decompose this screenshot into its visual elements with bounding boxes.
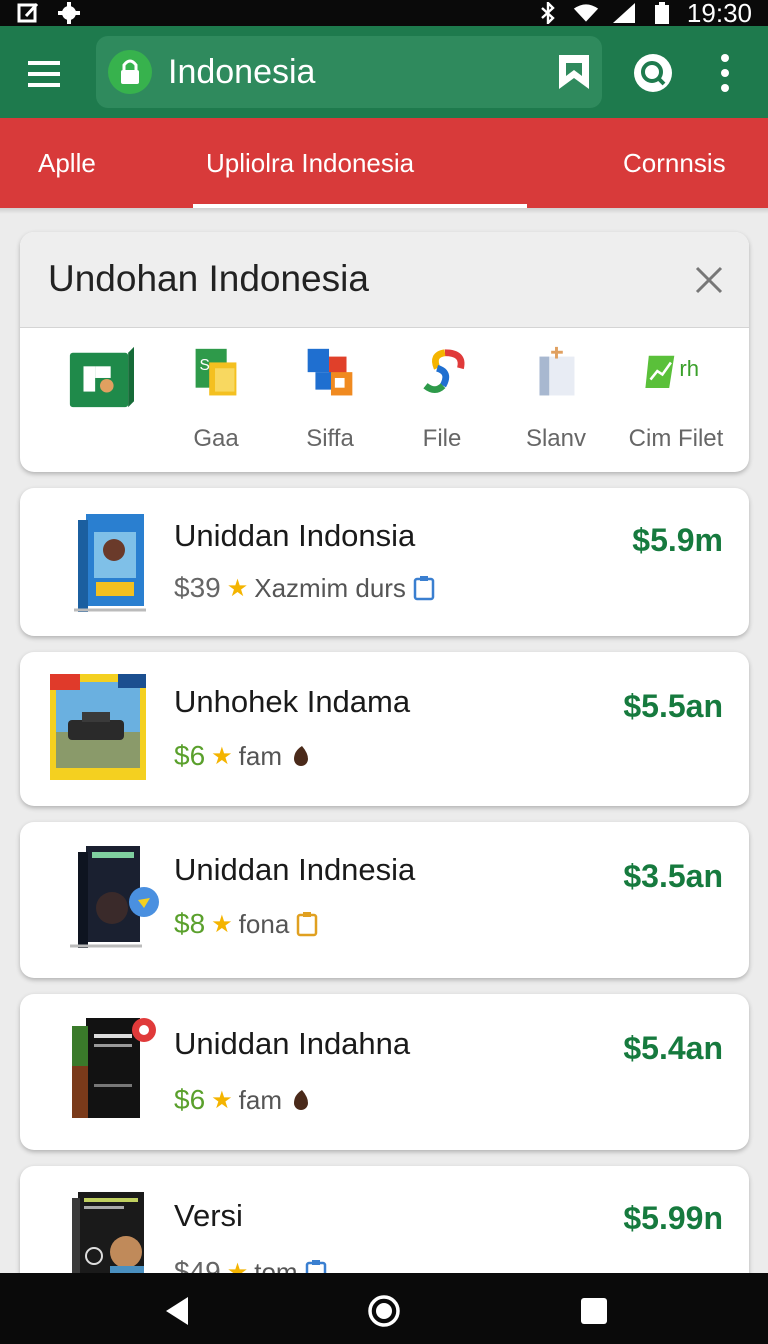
product-price: $5.4an [623,1030,723,1066]
tab-bar-shadow [0,208,768,214]
meta-price: $39 [174,572,221,603]
product-thumbnail [50,674,146,780]
product-meta: $8 ★ fona [174,908,319,940]
product-card[interactable]: Uniddan Indahna $6 ★ fam $5.4an [20,994,749,1150]
menu-icon [28,61,60,87]
app-label: Slanv [525,425,587,452]
app-tile-slanv[interactable]: Slanv [500,342,612,462]
product-title: Unhohek Indama [174,684,411,719]
product-card[interactable]: Unhohek Indama $6 ★ fam $5.5an [20,652,749,806]
back-button[interactable] [160,1293,196,1329]
edit-icon [16,2,42,24]
product-price: $5.99n [623,1200,723,1236]
product-title: Versi [174,1198,243,1233]
gear-icon [56,2,82,24]
meta-label: Xazmim durs [254,572,406,603]
sheets-app-icon: S [195,348,237,396]
meta-label: fona [238,908,290,939]
tab-aplle[interactable]: Aplle [38,118,96,208]
close-icon [695,266,723,294]
product-meta: $39 ★ Xazmim durs [174,572,436,604]
home-icon [368,1295,400,1327]
star-icon: ★ [211,742,233,770]
menu-button[interactable] [22,52,66,96]
status-time: 19:30 [686,0,752,28]
app-label: Gaa [193,425,239,452]
svg-text:rh: rh [679,356,699,381]
product-thumbnail [72,1018,156,1118]
book-app-icon [539,346,575,396]
product-title: Uniddan Indnesia [174,852,416,887]
more-vert-icon [721,54,729,92]
app-label: File [422,425,462,452]
star-icon: ★ [211,1086,233,1114]
product-price: $5.9m [632,522,723,558]
signal-icon [611,2,637,24]
product-title: Uniddan Indahna [174,1026,411,1061]
product-thumbnail [74,514,146,612]
star-icon: ★ [226,574,249,602]
product-meta: $6 ★ fam [174,740,312,772]
product-card[interactable]: Uniddan Indnesia $8 ★ fona $3.5an [20,822,749,978]
app-tile-siffa[interactable]: Siffa [274,342,386,462]
close-button[interactable] [689,260,729,300]
app-label: Cim Filet [628,425,724,452]
panel-header: Undohan Indonesia [20,232,749,328]
bookmark-icon [559,55,589,89]
back-icon [166,1297,188,1325]
tab-bar: Aplle Upliolra Indonesia Cornnsis [0,118,768,208]
meta-price: $8 [174,908,206,939]
blocks-app-icon [307,348,353,396]
page-title: Indonesia [168,53,316,91]
meta-price: $6 [174,1084,206,1115]
recents-icon [581,1298,607,1324]
product-price: $3.5an [623,858,723,894]
green-app-icon [69,346,134,408]
meta-label: fam [238,1084,283,1115]
meta-price: $6 [174,740,206,771]
product-card[interactable]: Uniddan Indonsia $39 ★ Xazmim durs $5.9m [20,488,749,636]
app-tile-file[interactable]: File [386,342,498,462]
svg-text:S: S [199,357,209,374]
tab-cornnsis[interactable]: Cornnsis [623,118,726,208]
swirl-app-icon [423,349,465,394]
app-tile-green[interactable] [44,342,156,462]
drop-icon [294,1090,309,1110]
lock-icon [108,50,152,94]
app-bar: Indonesia [0,26,768,118]
product-title: Uniddan Indonsia [174,518,416,553]
product-price: $5.5an [623,688,723,724]
apps-panel: Undohan Indonesia S Gaa Siffa File Slanv… [20,232,749,472]
wifi-icon [573,2,599,24]
search-icon [634,54,672,92]
bookmark-button[interactable] [554,52,594,92]
app-label: Siffa [306,425,354,452]
more-options-button[interactable] [710,50,740,96]
drop-icon [294,746,309,766]
star-icon: ★ [211,910,233,938]
recents-button[interactable] [576,1293,612,1329]
navigation-bar [0,1273,768,1344]
search-button[interactable] [630,50,676,96]
panel-title: Undohan Indonesia [48,258,369,299]
app-tile-gaa[interactable]: S Gaa [160,342,272,462]
clipboard-icon [297,912,318,937]
address-bar[interactable]: Indonesia [96,36,602,108]
status-bar: 19:30 [0,0,768,26]
tab-upliolra-indonesia[interactable]: Upliolra Indonesia [206,118,414,208]
clipboard-icon [413,576,435,601]
chart-app-icon: rh [645,355,699,389]
battery-icon [649,2,675,24]
meta-label: fam [238,740,283,771]
app-tile-cim-filet[interactable]: rh Cim Filet [620,342,732,462]
bluetooth-icon [535,2,561,24]
product-meta: $6 ★ fam [174,1084,312,1116]
product-thumbnail [70,846,159,948]
home-button[interactable] [366,1293,402,1329]
